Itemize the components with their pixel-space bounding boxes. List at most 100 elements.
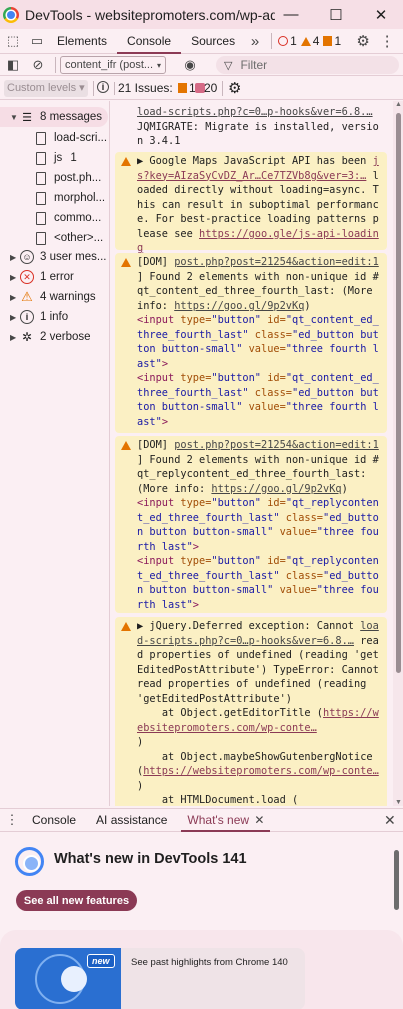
stack-text: at HTMLDocument.load ( <box>137 794 299 806</box>
expand-caret-icon: ▶ <box>10 252 17 262</box>
divider <box>271 33 273 49</box>
maximize-button[interactable]: ☐ <box>314 0 358 29</box>
console-scrollbar[interactable]: ▲ ▼ <box>393 101 403 806</box>
log-levels-dropdown[interactable]: Custom levels ▾ <box>4 80 88 97</box>
filter-input[interactable]: ▽ Filter <box>216 56 399 74</box>
source-link[interactable]: load-scripts.php?c=0…p-hooks&ver=6.8.… <box>137 106 373 118</box>
error-counter[interactable]: 1 <box>278 34 297 48</box>
console-settings-gear-icon[interactable]: ⚙ <box>228 79 241 97</box>
context-select[interactable]: content_ifr (post... ▾ <box>60 56 166 74</box>
html-element-snippet[interactable]: <input type="button" id="qt_replycontent… <box>137 554 383 612</box>
drawer-tab-bar: ⋮ Console AI assistance What's new ✕ ✕ <box>0 808 403 832</box>
sidebar-item-user-messages[interactable]: ▶ ☺ 3 user mes... <box>0 247 108 267</box>
stack-text: ) <box>137 736 144 748</box>
sidebar-label: 4 warnings <box>40 291 96 303</box>
file-icon <box>36 231 46 245</box>
inspect-element-icon[interactable]: ⬚ <box>3 31 23 51</box>
console-output[interactable]: load-scripts.php?c=0…p-hooks&ver=6.8.… J… <box>111 101 392 806</box>
drawer-scrollbar[interactable] <box>393 847 400 997</box>
scrollbar-thumb[interactable] <box>394 850 399 910</box>
sidebar-item-verbose[interactable]: ▶ ✲ 2 verbose <box>0 327 108 347</box>
html-value: "button" <box>211 372 262 384</box>
html-value: "button" <box>211 314 262 326</box>
bug-icon: ✲ <box>21 330 33 344</box>
html-attr: value= <box>248 343 286 355</box>
drawer-tab-ai-assistance[interactable]: AI assistance <box>86 808 177 832</box>
sidebar-label: 2 verbose <box>40 331 91 343</box>
sidebar-item-file[interactable]: load-scri... <box>36 128 108 148</box>
more-options-icon[interactable]: ⋮ <box>377 31 397 51</box>
scrollbar-thumb[interactable] <box>396 113 401 673</box>
issues-counter[interactable]: 1 <box>323 34 341 48</box>
sidebar-item-file[interactable]: post.ph... <box>36 168 108 188</box>
html-attr: value= <box>279 526 317 538</box>
live-expression-eye-icon[interactable]: ◉ <box>180 55 200 75</box>
html-value: "button" <box>211 555 262 567</box>
clear-console-icon[interactable]: ⊘ <box>28 55 48 75</box>
html-tag: <input <box>137 497 175 509</box>
html-attr: value= <box>248 401 286 413</box>
console-sidebar: ▼ ☰ 8 messages load-scri... js 1 post.ph… <box>0 101 110 806</box>
warning-counter[interactable]: 4 <box>300 34 319 48</box>
sidebar-item-file[interactable]: <other>... <box>36 228 108 248</box>
divider <box>55 57 56 73</box>
message-text: [DOM] <box>137 256 175 268</box>
sidebar-label: 1 error <box>40 271 74 283</box>
expand-caret-icon: ▶ <box>10 272 17 282</box>
sidebar-label: js <box>54 152 63 164</box>
sidebar-label: load-scri... <box>54 132 108 144</box>
sidebar-item-warnings[interactable]: ▶ ⚠ 4 warnings <box>0 287 108 307</box>
close-drawer-icon[interactable]: ✕ <box>384 812 396 829</box>
drawer-tab-whats-new[interactable]: What's new ✕ <box>177 808 274 832</box>
html-element-snippet[interactable]: <input type="button" id="qt_content_ed_t… <box>137 371 383 429</box>
html-element-snippet[interactable]: <input type="button" id="qt_content_ed_t… <box>137 313 383 371</box>
sidebar-item-info[interactable]: ▶ i 1 info <box>0 307 108 327</box>
close-window-button[interactable]: ✕ <box>359 0 403 29</box>
source-link[interactable]: post.php?post=21254&action=edit:1 <box>174 439 379 451</box>
more-info-link[interactable]: https://goo.gl/9p2vKq <box>174 300 304 312</box>
console-message-warning: ▶ Google Maps JavaScript API has been js… <box>115 152 387 254</box>
sidebar-item-file[interactable]: commo... <box>36 208 108 228</box>
sidebar-item-messages[interactable]: ▼ ☰ 8 messages <box>0 107 108 127</box>
drawer-tab-console[interactable]: Console <box>22 808 86 832</box>
source-link[interactable]: post.php?post=21254&action=edit:1 <box>174 256 379 268</box>
html-attr: id= <box>267 372 286 384</box>
whats-new-title: What's new in DevTools 141 <box>54 851 247 867</box>
minimize-button[interactable]: — <box>269 0 313 29</box>
sidebar-item-file[interactable]: morphol... <box>36 188 108 208</box>
drawer-menu-icon[interactable]: ⋮ <box>2 810 22 830</box>
settings-gear-icon[interactable]: ⚙ <box>353 31 373 51</box>
window-title: DevTools - websitepromoters.com/wp-admi.… <box>25 6 275 23</box>
stack-text: ) <box>137 779 144 792</box>
more-info-link[interactable]: https://goo.gl/9p2vKq <box>211 483 341 495</box>
tab-console[interactable]: Console <box>117 29 182 54</box>
see-all-features-button[interactable]: See all new features <box>16 890 137 911</box>
new-badge: new <box>87 954 115 968</box>
scroll-up-icon[interactable]: ▲ <box>395 101 402 108</box>
file-icon <box>36 211 46 225</box>
stack-link[interactable]: https://websitepromoters.com/wp-conte… <box>143 765 379 777</box>
more-tabs-icon[interactable]: » <box>245 31 265 51</box>
warning-icon: ⚠ <box>21 289 33 304</box>
html-element-snippet[interactable]: <input type="button" id="qt_replycontent… <box>137 496 383 554</box>
sidebar-item-errors[interactable]: ▶ ✕ 1 error <box>0 267 108 287</box>
html-value: "button" <box>211 497 262 509</box>
console-message-warning: [DOM] post.php?post=21254&action=edit:1 … <box>115 436 387 613</box>
past-highlights-link[interactable]: new See past highlights from Chrome 140 <box>15 948 305 1009</box>
tab-elements[interactable]: Elements <box>47 29 117 54</box>
tab-sources[interactable]: Sources <box>181 29 245 54</box>
scroll-down-icon[interactable]: ▼ <box>395 799 402 806</box>
expand-caret-icon: ▶ <box>10 292 17 302</box>
html-attr: id= <box>267 497 286 509</box>
html-tag: > <box>161 415 169 428</box>
sidebar-toggle-icon[interactable]: ◧ <box>3 55 23 75</box>
issue-count: 1 <box>334 34 342 48</box>
close-tab-icon[interactable]: ✕ <box>254 813 264 827</box>
issues-label[interactable]: 21 Issues: <box>118 81 173 95</box>
device-toolbar-icon[interactable]: ▭ <box>27 31 47 51</box>
warning-icon <box>121 157 131 166</box>
html-attr: type= <box>180 314 212 326</box>
sidebar-item-file[interactable]: js 1 <box>36 148 108 168</box>
html-attr: value= <box>279 584 317 596</box>
sidebar-label: morphol... <box>54 192 106 204</box>
